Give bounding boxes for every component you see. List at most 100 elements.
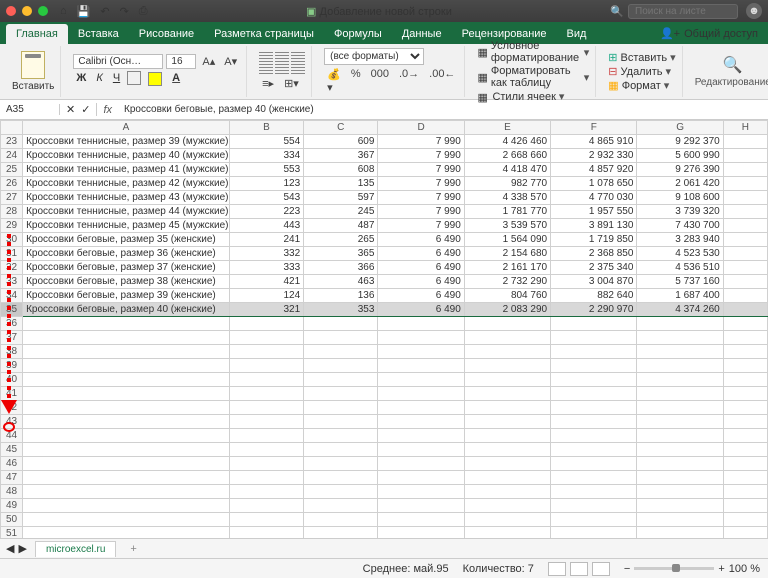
table-row[interactable]: 30 Кроссовки беговые, размер 35 (женские… (1, 233, 768, 247)
cell[interactable]: 9 108 600 (637, 191, 723, 205)
share-button[interactable]: 👤+Общий доступ (650, 23, 768, 44)
row-header[interactable]: 41 (1, 387, 23, 401)
cell[interactable]: 1 781 770 (464, 205, 550, 219)
cell[interactable]: 6 490 (378, 247, 464, 261)
minimize-icon[interactable] (22, 6, 32, 16)
cell-styles-button[interactable]: ▦Стили ячеек ▾ (477, 90, 589, 103)
increase-decimal-button[interactable]: .0→ (396, 67, 422, 95)
table-row[interactable]: 51 (1, 527, 768, 539)
search-box[interactable]: 🔍 (610, 4, 738, 19)
tab-formulas[interactable]: Формулы (324, 24, 392, 44)
col-header[interactable]: D (378, 121, 464, 135)
row-header[interactable]: 24 (1, 149, 23, 163)
percent-button[interactable]: % (348, 67, 364, 95)
row-header[interactable]: 47 (1, 471, 23, 485)
cell[interactable] (723, 135, 767, 149)
cell[interactable]: 2 154 680 (464, 247, 550, 261)
cell[interactable] (723, 233, 767, 247)
table-row[interactable]: 39 (1, 359, 768, 373)
increase-font-icon[interactable]: A▴ (199, 54, 218, 69)
prev-icon[interactable]: ◀ (6, 542, 14, 555)
cell[interactable]: 2 061 420 (637, 177, 723, 191)
tab-layout[interactable]: Разметка страницы (204, 24, 324, 44)
paste-button[interactable]: Вставить (12, 51, 54, 92)
add-sheet-button[interactable]: + (124, 541, 142, 557)
cell[interactable]: 241 (229, 233, 303, 247)
name-box[interactable]: A35 (0, 104, 60, 115)
cell[interactable]: 2 290 970 (551, 303, 637, 317)
cancel-icon[interactable]: ✕ (66, 103, 75, 116)
save-icon[interactable]: 💾 (77, 5, 91, 18)
row-header[interactable]: 34 (1, 289, 23, 303)
border-button[interactable] (127, 71, 141, 85)
cell[interactable] (23, 331, 230, 345)
cell[interactable]: Кроссовки беговые, размер 35 (женские) (23, 233, 230, 247)
cell[interactable]: 2 732 290 (464, 275, 550, 289)
window-controls[interactable] (6, 6, 48, 16)
tab-home[interactable]: Главная (6, 24, 68, 44)
cell[interactable]: 353 (304, 303, 378, 317)
cell[interactable]: 265 (304, 233, 378, 247)
cell[interactable]: 123 (229, 177, 303, 191)
cell[interactable] (723, 163, 767, 177)
cell[interactable] (23, 471, 230, 485)
cell[interactable]: 135 (304, 177, 378, 191)
cell[interactable]: 463 (304, 275, 378, 289)
cell[interactable]: Кроссовки беговые, размер 39 (женские) (23, 289, 230, 303)
cell[interactable]: 321 (229, 303, 303, 317)
cell[interactable]: Кроссовки беговые, размер 38 (женские) (23, 275, 230, 289)
cell[interactable]: 443 (229, 219, 303, 233)
table-row[interactable]: 49 (1, 499, 768, 513)
row-header[interactable]: 27 (1, 191, 23, 205)
underline-button[interactable]: Ч (110, 71, 123, 90)
conditional-format-button[interactable]: ▦Условное форматирование ▾ (477, 40, 589, 64)
cell[interactable]: 245 (304, 205, 378, 219)
cell[interactable]: 9 292 370 (637, 135, 723, 149)
cell[interactable]: 6 490 (378, 303, 464, 317)
cell[interactable]: Кроссовки теннисные, размер 44 (мужские) (23, 205, 230, 219)
table-row[interactable]: 28 Кроссовки теннисные, размер 44 (мужск… (1, 205, 768, 219)
table-row[interactable]: 40 (1, 373, 768, 387)
cell[interactable]: Кроссовки теннисные, размер 43 (мужские) (23, 191, 230, 205)
cell[interactable]: 3 004 870 (551, 275, 637, 289)
cell[interactable]: Кроссовки теннисные, размер 45 (мужские) (23, 219, 230, 233)
tab-data[interactable]: Данные (392, 24, 452, 44)
cell[interactable]: 334 (229, 149, 303, 163)
cell[interactable]: 4 418 470 (464, 163, 550, 177)
cell[interactable] (23, 527, 230, 539)
cell[interactable]: Кроссовки теннисные, размер 39 (мужские) (23, 135, 230, 149)
table-row[interactable]: 47 (1, 471, 768, 485)
col-header[interactable]: F (551, 121, 637, 135)
format-cells-button[interactable]: ▦Формат ▾ (608, 79, 675, 92)
cell[interactable]: 554 (229, 135, 303, 149)
cell[interactable]: 608 (304, 163, 378, 177)
cell[interactable]: 4 865 910 (551, 135, 637, 149)
formula-input[interactable]: Кроссовки беговые, размер 40 (женские) (118, 104, 768, 115)
cell[interactable]: 366 (304, 261, 378, 275)
row-header[interactable]: 44 (1, 429, 23, 443)
cell[interactable]: 367 (304, 149, 378, 163)
zoom-out-icon[interactable]: − (624, 563, 630, 575)
cell[interactable] (723, 303, 767, 317)
search-input[interactable] (628, 4, 738, 19)
enter-icon[interactable]: ✓ (81, 103, 90, 116)
table-row[interactable]: 41 (1, 387, 768, 401)
cell[interactable]: 4 338 570 (464, 191, 550, 205)
cell[interactable]: 1 719 850 (551, 233, 637, 247)
cell[interactable]: 609 (304, 135, 378, 149)
col-header[interactable]: C (304, 121, 378, 135)
row-header[interactable]: 32 (1, 261, 23, 275)
table-row[interactable]: 44 (1, 429, 768, 443)
cell[interactable] (723, 247, 767, 261)
cell[interactable]: 7 990 (378, 177, 464, 191)
table-row[interactable]: 26 Кроссовки теннисные, размер 42 (мужск… (1, 177, 768, 191)
cell[interactable]: 882 640 (551, 289, 637, 303)
cell[interactable]: 6 490 (378, 233, 464, 247)
zoom-icon[interactable] (38, 6, 48, 16)
tab-insert[interactable]: Вставка (68, 24, 129, 44)
cell[interactable]: 2 375 340 (551, 261, 637, 275)
zoom-slider[interactable] (634, 567, 714, 570)
wrap-text-button[interactable]: ≡▸ (259, 76, 277, 91)
row-header[interactable]: 30 (1, 233, 23, 247)
next-icon[interactable]: ▶ (18, 542, 26, 555)
